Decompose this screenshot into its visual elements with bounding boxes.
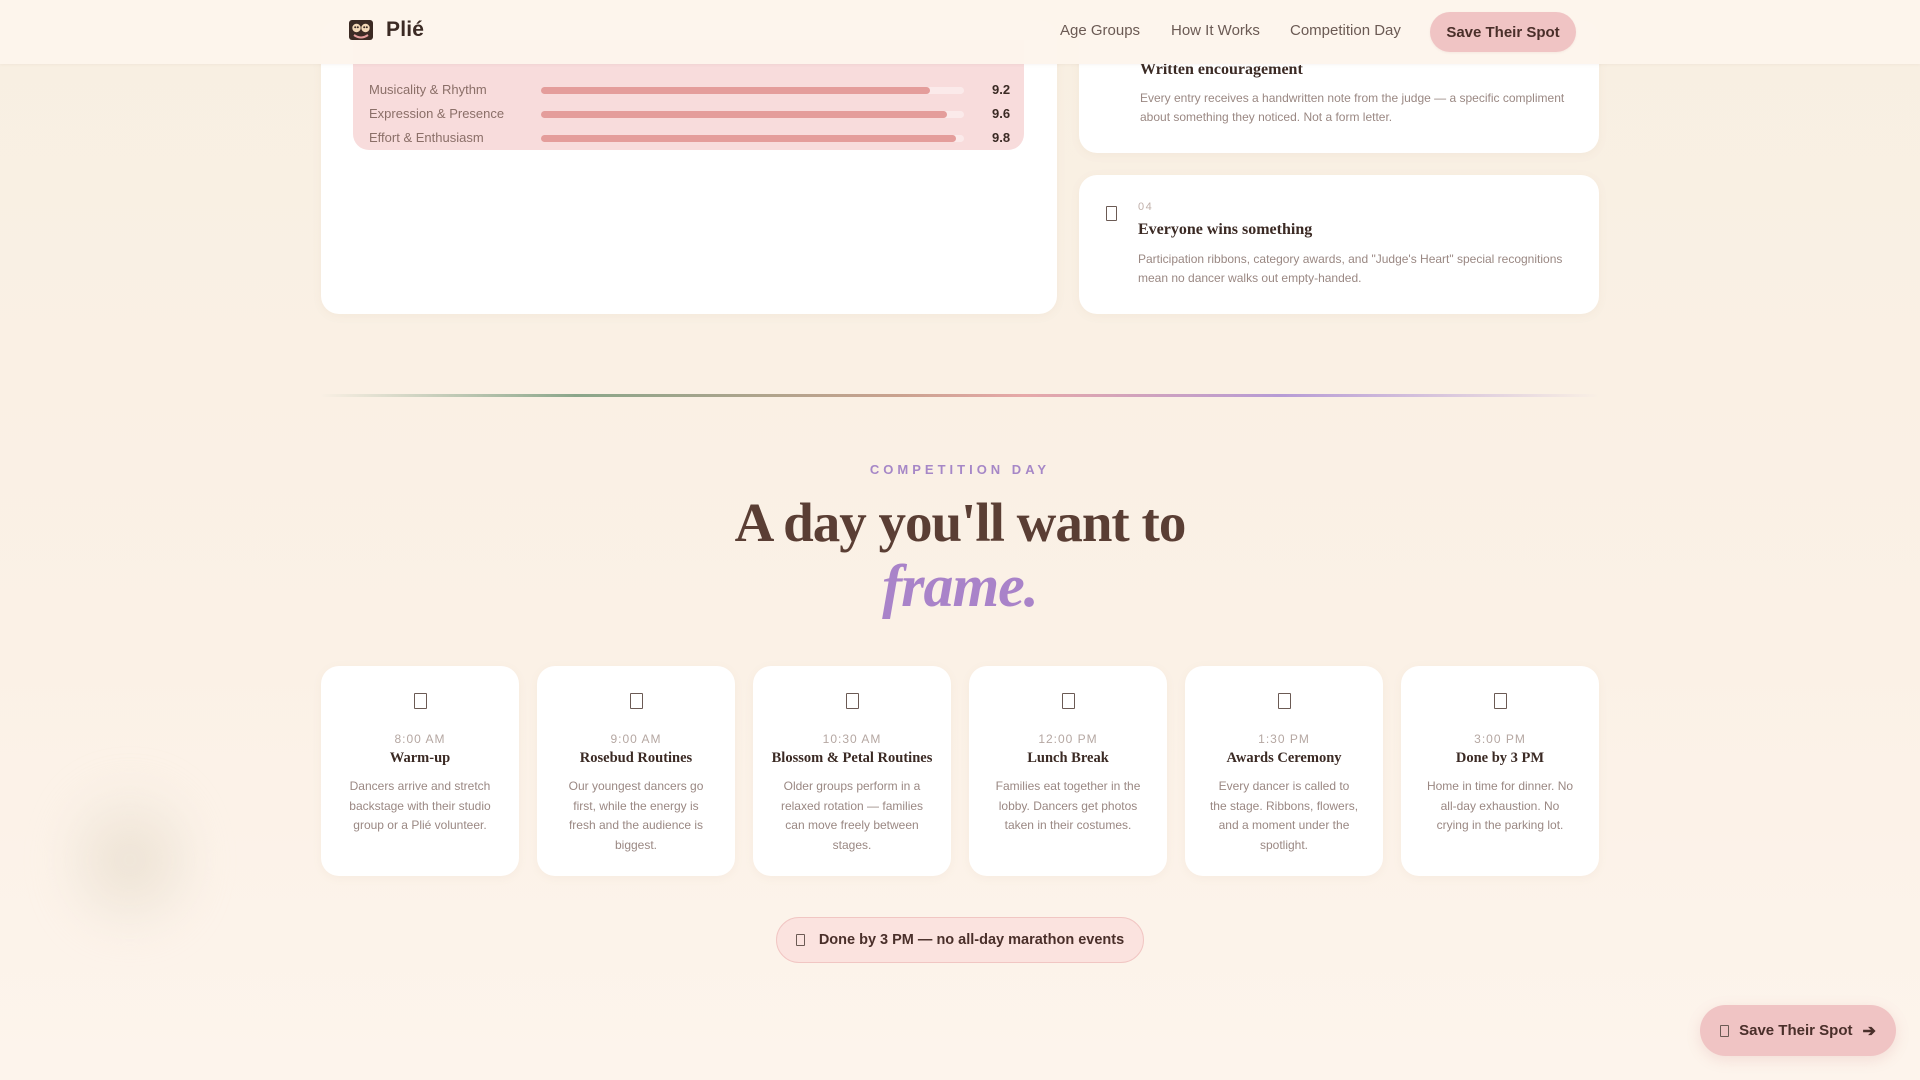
brand-logo[interactable]: Plié (348, 17, 424, 43)
score-fill (541, 87, 931, 94)
score-value: 9.8 (992, 130, 1011, 145)
trophy-icon (1278, 693, 1291, 709)
score-card: Musicality & Rhythm 9.2 Expression & Pre… (321, 20, 1057, 314)
schedule-title: Rosebud Routines (579, 750, 693, 766)
nav-competition-day[interactable]: Competition Day (1290, 22, 1401, 39)
section-headline: A day you'll want to (734, 492, 1187, 553)
nav-age-groups[interactable]: Age Groups (1060, 22, 1140, 39)
home-icon (1494, 693, 1507, 709)
schedule-desc: Home in time for dinner. No all-day exha… (1426, 779, 1574, 832)
theater-masks-icon (349, 20, 373, 40)
feature-card: 04 Everyone wins something Participation… (1079, 175, 1599, 314)
schedule-time: 10:30 AM (822, 732, 882, 746)
section-eyebrow: COMPETITION DAY (869, 462, 1051, 477)
brand-name: Plié (386, 18, 425, 41)
score-label: Expression & Presence (369, 106, 505, 121)
schedule-desc: Our youngest dancers go first, while the… (568, 779, 704, 852)
done-by-3pm-pill: Done by 3 PM — no all-day marathon event… (776, 917, 1144, 963)
stretch-icon (414, 693, 427, 709)
schedule-time: 12:00 PM (1038, 732, 1098, 746)
floating-cta-label: Save Their Spot (1739, 1022, 1853, 1039)
schedule-title: Awards Ceremony (1226, 750, 1342, 766)
schedule-desc: Dancers arrive and stretch backstage wit… (349, 779, 491, 832)
feature-title: Everyone wins something (1138, 221, 1313, 238)
schedule-time: 3:00 PM (1474, 732, 1526, 746)
score-track (541, 111, 964, 118)
schedule-card: 1:30 PM Awards Ceremony Every dancer is … (1185, 666, 1383, 876)
ribbon-icon (1106, 206, 1117, 221)
nav-how-it-works[interactable]: How It Works (1171, 22, 1260, 39)
site-header: Plié Age Groups How It Works Competition… (0, 0, 1920, 64)
feature-desc: Every entry receives a handwritten note … (1140, 91, 1565, 124)
schedule-card: 10:30 AM Blossom & Petal Routines Older … (753, 666, 951, 876)
score-fill (541, 111, 948, 118)
schedule-card: 3:00 PM Done by 3 PM Home in time for di… (1401, 666, 1599, 876)
score-row: Effort & Enthusiasm 9.8 (369, 128, 1011, 148)
gradient-divider (320, 394, 1600, 397)
schedule-card: 12:00 PM Lunch Break Families eat togeth… (969, 666, 1167, 876)
section-headline-accent: frame. (882, 553, 1039, 619)
schedule-title: Lunch Break (1027, 750, 1109, 766)
score-label: Effort & Enthusiasm (369, 130, 484, 145)
schedule-desc: Every dancer is called to the stage. Rib… (1209, 779, 1359, 852)
floating-save-spot-button[interactable]: Save Their Spot ➔ (1700, 1005, 1896, 1056)
feature-desc: Participation ribbons, category awards, … (1138, 252, 1563, 285)
score-track (541, 135, 964, 142)
schedule-card: 8:00 AM Warm-up Dancers arrive and stret… (321, 666, 519, 876)
score-track (541, 87, 964, 94)
header-save-spot-button[interactable]: Save Their Spot (1430, 12, 1576, 52)
score-value: 9.2 (992, 82, 1011, 97)
schedule-card: 9:00 AM Rosebud Routines Our youngest da… (537, 666, 735, 876)
decorative-blur (60, 770, 200, 950)
schedule-desc: Older groups perform in a relaxed rotati… (780, 779, 924, 852)
schedule-title: Blossom & Petal Routines (771, 750, 933, 766)
score-label: Musicality & Rhythm (369, 82, 487, 97)
rosebud-icon (630, 693, 643, 709)
schedule-title: Warm-up (389, 750, 451, 766)
pill-text: Done by 3 PM — no all-day marathon event… (818, 932, 1125, 948)
feature-number: 04 (1138, 201, 1154, 213)
clock-icon (795, 934, 805, 946)
schedule-time: 9:00 AM (610, 732, 662, 746)
score-row: Expression & Presence 9.6 (369, 104, 1011, 124)
score-fill (541, 135, 956, 142)
schedule-time: 8:00 AM (394, 732, 446, 746)
score-row: Musicality & Rhythm 9.2 (369, 80, 1011, 100)
score-value: 9.6 (992, 106, 1011, 121)
arrow-right-icon: ➔ (1862, 1022, 1876, 1040)
schedule-title: Done by 3 PM (1455, 750, 1545, 766)
schedule-desc: Families eat together in the lobby. Danc… (995, 779, 1141, 832)
ticket-icon (1720, 1024, 1730, 1037)
lunch-icon (1062, 693, 1075, 709)
blossom-icon (846, 693, 859, 709)
schedule-time: 1:30 PM (1258, 732, 1310, 746)
